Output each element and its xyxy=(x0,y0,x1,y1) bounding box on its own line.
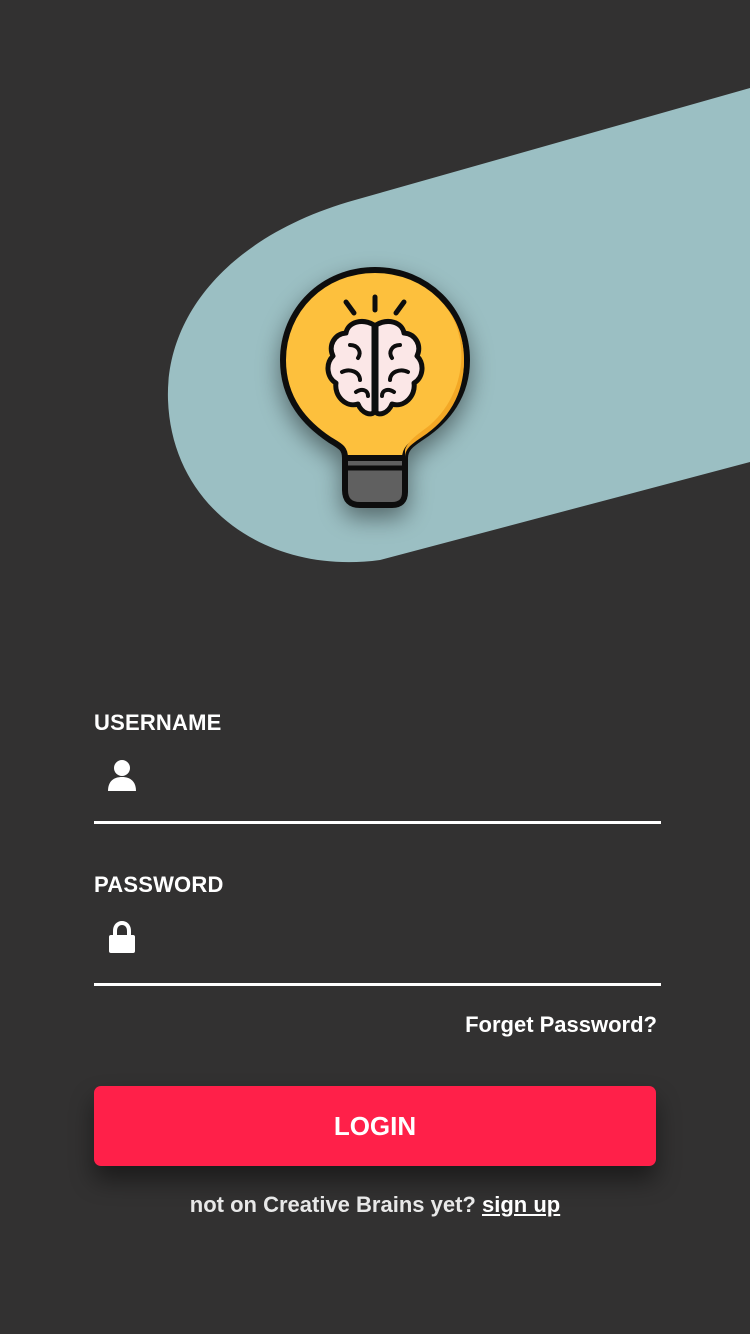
lock-icon xyxy=(107,920,137,955)
signup-prompt-text: not on Creative Brains yet? xyxy=(189,1192,476,1217)
username-input[interactable] xyxy=(154,756,658,798)
forgot-password-row: Forget Password? xyxy=(94,1012,661,1042)
password-field[interactable] xyxy=(94,900,661,986)
signup-prompt: not on Creative Brains yet? sign up xyxy=(0,1192,750,1218)
password-label: PASSWORD xyxy=(94,872,224,897)
password-input[interactable] xyxy=(154,918,658,960)
signup-link[interactable]: sign up xyxy=(482,1192,560,1217)
hero-banner xyxy=(0,0,750,620)
user-icon xyxy=(107,759,137,793)
username-field[interactable] xyxy=(94,738,661,824)
username-label: USERNAME xyxy=(94,710,222,735)
forgot-password-link[interactable]: Forget Password? xyxy=(465,1012,657,1037)
login-form: USERNAME PASSWORD Forget Password? xyxy=(94,708,661,1042)
login-button[interactable]: LOGIN xyxy=(94,1086,656,1166)
